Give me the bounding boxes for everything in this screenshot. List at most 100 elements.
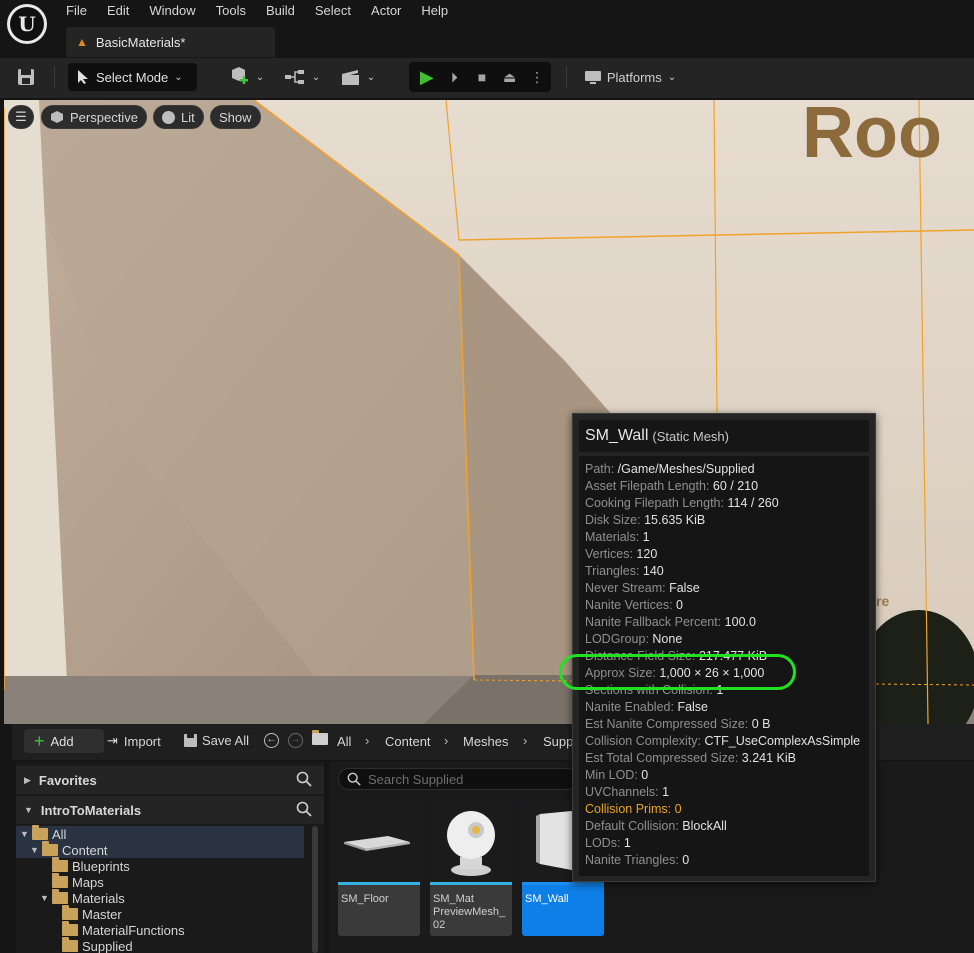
project-header[interactable]: ▼ IntroToMaterials bbox=[16, 796, 324, 824]
document-tab-label: BasicMaterials* bbox=[95, 34, 186, 50]
row-key: Vertices: bbox=[585, 547, 633, 561]
play-icon[interactable]: ▶ bbox=[413, 62, 441, 92]
search-icon[interactable] bbox=[296, 771, 312, 787]
menu-help[interactable]: Help bbox=[411, 0, 458, 22]
tree-item-materials[interactable]: ▼ Materials bbox=[40, 889, 125, 906]
tree-label: Maps bbox=[72, 874, 104, 890]
level-icon: ▲ bbox=[76, 35, 88, 49]
tooltip-row: Distance Field Size: 217.477 KiB bbox=[585, 648, 767, 665]
blueprint-button[interactable]: ⌄ bbox=[282, 63, 322, 91]
asset-tile-sm-mat-previewmesh[interactable]: SM_Mat PreviewMesh_ 02 bbox=[430, 802, 512, 936]
row-key: Collision Complexity: bbox=[585, 734, 702, 748]
row-key: Approx Size: bbox=[585, 666, 656, 680]
toolbar-divider bbox=[566, 66, 567, 88]
row-key: Est Nanite Compressed Size: bbox=[585, 717, 749, 731]
row-value: 1,000 × 26 × 1,000 bbox=[659, 666, 765, 680]
breadcrumb-meshes[interactable]: Meshes bbox=[463, 734, 509, 749]
back-button[interactable]: ← bbox=[264, 733, 279, 748]
platforms-dropdown[interactable]: Platforms ⌄ bbox=[580, 63, 680, 91]
chevron-down-icon: ⌄ bbox=[366, 71, 376, 83]
expand-icon: ▼ bbox=[20, 829, 29, 839]
chevron-down-icon: ⌄ bbox=[174, 71, 183, 83]
import-button[interactable]: ⇥ Import bbox=[107, 733, 161, 749]
menu-tools[interactable]: Tools bbox=[206, 0, 256, 22]
row-value: False bbox=[669, 581, 700, 595]
tree-label: Supplied bbox=[82, 938, 133, 953]
menu-window[interactable]: Window bbox=[139, 0, 205, 22]
tooltip-row: Nanite Fallback Percent: 100.0 bbox=[585, 614, 756, 631]
tooltip-row: Materials: 1 bbox=[585, 529, 650, 546]
tree-label: Blueprints bbox=[72, 858, 130, 874]
breadcrumb-all[interactable]: All bbox=[337, 734, 351, 749]
tooltip-row: Vertices: 120 bbox=[585, 546, 657, 563]
menu-file[interactable]: File bbox=[56, 0, 97, 22]
document-tab[interactable]: ▲ BasicMaterials* bbox=[66, 27, 275, 57]
tree-item-blueprints[interactable]: Blueprints bbox=[52, 857, 130, 874]
tooltip-row: Est Nanite Compressed Size: 0 B bbox=[585, 716, 771, 733]
breadcrumb-content[interactable]: Content bbox=[385, 734, 431, 749]
row-value: 0 B bbox=[751, 717, 771, 731]
add-actor-button[interactable]: ⌄ bbox=[226, 63, 266, 91]
search-icon bbox=[347, 772, 361, 786]
eject-icon[interactable]: ⏏ bbox=[496, 62, 524, 92]
tree-item-maps[interactable]: Maps bbox=[52, 873, 104, 890]
tooltip-row: Cooking Filepath Length: 114 / 260 bbox=[585, 495, 779, 512]
tree-item-supplied[interactable]: Supplied bbox=[62, 937, 133, 953]
chevron-right-icon: › bbox=[365, 733, 370, 748]
add-button[interactable]: + Add bbox=[24, 729, 104, 753]
favorites-header[interactable]: ▶ Favorites bbox=[16, 766, 324, 794]
menu-select[interactable]: Select bbox=[305, 0, 361, 22]
expand-icon: ▼ bbox=[30, 845, 39, 855]
asset-thumbnail bbox=[338, 802, 420, 882]
step-icon[interactable]: ⏵︎ bbox=[441, 62, 469, 92]
row-key: UVChannels: bbox=[585, 785, 659, 799]
tree-item-all[interactable]: ▼ All bbox=[16, 825, 304, 842]
tooltip-row-warning: Collision Prims: 0 bbox=[585, 801, 682, 818]
select-mode-dropdown[interactable]: Select Mode ⌄ bbox=[68, 63, 197, 91]
search-placeholder: Search Supplied bbox=[368, 771, 464, 787]
favorites-label: Favorites bbox=[38, 772, 97, 788]
folder-icon[interactable] bbox=[312, 730, 332, 745]
tree-item-materialfunctions[interactable]: MaterialFunctions bbox=[62, 921, 185, 938]
row-value: 1 bbox=[662, 785, 670, 799]
save-button[interactable] bbox=[12, 63, 40, 91]
chevron-right-icon: › bbox=[523, 733, 528, 748]
show-button[interactable]: Show bbox=[210, 105, 261, 129]
row-key: Est Total Compressed Size: bbox=[585, 751, 739, 765]
tree-scrollbar[interactable] bbox=[312, 826, 318, 953]
folder-icon bbox=[32, 825, 48, 840]
asset-search-input[interactable]: Search Supplied bbox=[338, 768, 578, 790]
save-all-button[interactable]: Save All bbox=[184, 733, 249, 748]
chevron-right-icon: ▶ bbox=[24, 774, 31, 785]
lit-label: Lit bbox=[181, 109, 195, 125]
row-key: Distance Field Size: bbox=[585, 649, 696, 663]
menu-build[interactable]: Build bbox=[256, 0, 305, 22]
asset-label: SM_Mat PreviewMesh_ 02 bbox=[433, 893, 506, 931]
forward-button[interactable]: → bbox=[288, 733, 303, 748]
search-icon[interactable] bbox=[296, 801, 312, 817]
menu-actor[interactable]: Actor bbox=[361, 0, 411, 22]
main-menu: File Edit Window Tools Build Select Acto… bbox=[56, 0, 458, 22]
cinematics-button[interactable]: ⌄ bbox=[338, 63, 378, 91]
folder-icon bbox=[52, 873, 68, 888]
perspective-button[interactable]: Perspective bbox=[41, 105, 147, 129]
breadcrumb-supplied[interactable]: Supp bbox=[543, 734, 573, 749]
stop-icon[interactable]: ■ bbox=[468, 62, 496, 92]
tree-label: Content bbox=[62, 842, 108, 858]
asset-tile-sm-floor[interactable]: SM_Floor bbox=[338, 802, 420, 936]
tree-item-content[interactable]: ▼ Content bbox=[16, 841, 304, 858]
menu-edit[interactable]: Edit bbox=[97, 0, 139, 22]
preview-mesh-thumbnail bbox=[447, 811, 495, 876]
row-key: Path: bbox=[585, 462, 615, 476]
tree-item-master[interactable]: Master bbox=[62, 905, 122, 922]
tooltip-row: Nanite Vertices: 0 bbox=[585, 597, 683, 614]
lit-button[interactable]: Lit bbox=[153, 105, 204, 129]
row-key: Nanite Enabled: bbox=[585, 700, 674, 714]
more-options-icon[interactable]: ⋮ bbox=[523, 62, 551, 92]
row-value: None bbox=[652, 632, 683, 646]
row-value: False bbox=[677, 700, 709, 714]
unreal-logo-icon[interactable]: U bbox=[7, 4, 47, 44]
plus-icon: + bbox=[34, 731, 45, 751]
viewport-options-button[interactable]: ☰ bbox=[8, 105, 34, 129]
row-value: 15.635 KiB bbox=[644, 513, 706, 527]
